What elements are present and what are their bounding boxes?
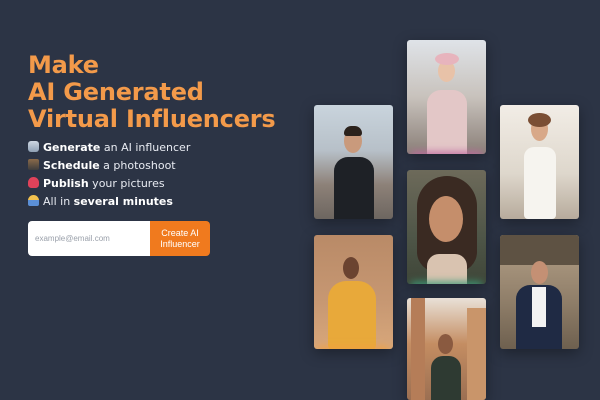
photo-man-navy-blazer[interactable] bbox=[500, 235, 579, 349]
feature-speed: All in several minutes bbox=[28, 193, 190, 211]
photo-woman-yellow-dress[interactable] bbox=[314, 235, 393, 349]
feature-publish: Publish your pictures bbox=[28, 175, 190, 193]
coat-shape bbox=[334, 157, 374, 219]
photo-man-black-coat[interactable] bbox=[314, 105, 393, 219]
face-shape bbox=[429, 196, 463, 242]
glow bbox=[411, 152, 482, 154]
feature-bold: several minutes bbox=[73, 195, 173, 208]
feature-text: your pictures bbox=[88, 177, 165, 190]
photo-woman-portrait[interactable] bbox=[407, 170, 486, 284]
photo-woman-white-dress[interactable] bbox=[500, 105, 579, 219]
feature-list: Generate an AI influencer Schedule a pho… bbox=[28, 139, 190, 211]
create-influencer-button[interactable]: Create AI Influencer bbox=[150, 221, 210, 256]
feature-generate: Generate an AI influencer bbox=[28, 139, 190, 157]
coat-shape bbox=[427, 90, 467, 154]
feature-text: a photoshoot bbox=[99, 159, 176, 172]
hair-shape bbox=[344, 126, 362, 136]
feature-bold: Publish bbox=[43, 177, 89, 190]
feature-text: All in bbox=[43, 195, 74, 208]
dress-shape bbox=[328, 281, 376, 349]
face-shape bbox=[438, 334, 453, 354]
camera-icon bbox=[28, 159, 39, 170]
glow bbox=[318, 347, 389, 349]
hero-title-line-1: Make bbox=[28, 51, 99, 79]
shoulder-shape bbox=[427, 254, 467, 284]
signup-form: Create AI Influencer bbox=[28, 221, 210, 256]
feature-text: an AI influencer bbox=[100, 141, 191, 154]
photo-woman-pink-beret[interactable] bbox=[407, 40, 486, 154]
face-shape bbox=[343, 257, 359, 279]
person-icon bbox=[28, 195, 39, 206]
photo-woman-street[interactable] bbox=[407, 298, 486, 400]
email-input[interactable] bbox=[28, 221, 150, 256]
glow bbox=[411, 282, 482, 284]
feature-bold: Schedule bbox=[43, 159, 100, 172]
hair-shape bbox=[528, 113, 551, 127]
dress-shape bbox=[524, 147, 556, 219]
building-shape bbox=[411, 298, 425, 400]
robot-icon bbox=[28, 141, 39, 152]
feature-bold: Generate bbox=[43, 141, 101, 154]
feature-schedule: Schedule a photoshoot bbox=[28, 157, 190, 175]
shirt-shape bbox=[532, 287, 546, 327]
face-shape bbox=[531, 261, 548, 284]
building-shape bbox=[467, 308, 486, 400]
hero-title-line-3: Virtual Influencers bbox=[28, 105, 276, 133]
hero-title-line-2: AI Generated bbox=[28, 78, 204, 106]
beret-shape bbox=[435, 53, 459, 65]
heart-icon bbox=[28, 177, 39, 188]
jacket-shape bbox=[431, 356, 461, 400]
hero-title: Make AI Generated Virtual Influencers bbox=[28, 52, 276, 133]
